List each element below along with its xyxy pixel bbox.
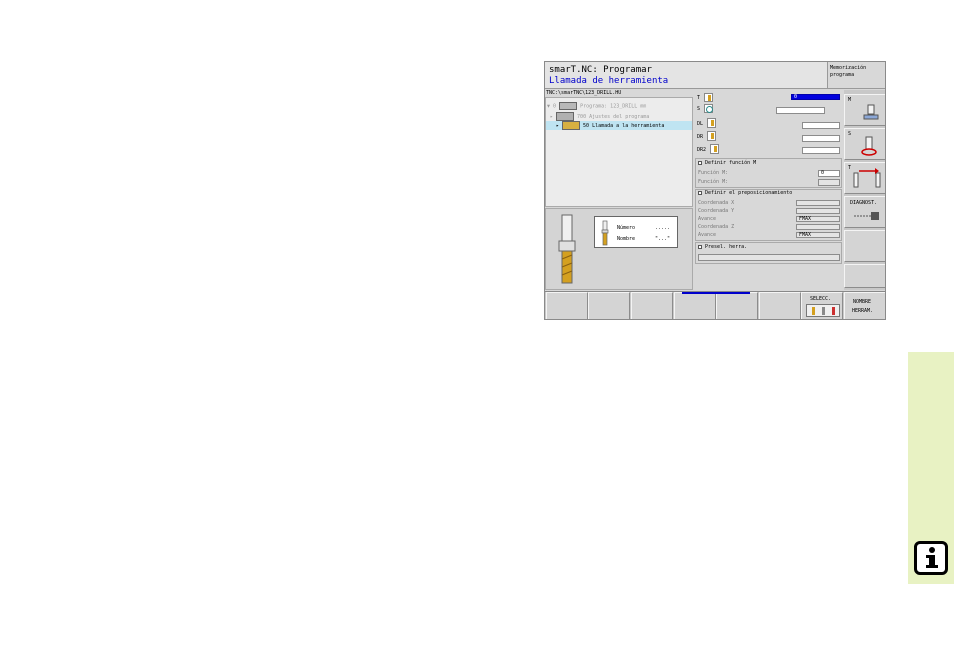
dr-field[interactable] [802, 135, 840, 142]
dr2-label: DR2 [697, 147, 707, 153]
diagnostic-icon [854, 212, 879, 220]
dr-icon [707, 131, 716, 141]
tool-info-box: Número ..... Nombre "..." [594, 216, 678, 248]
feed2-label: Avance [698, 232, 717, 238]
softkey-m[interactable]: M [844, 94, 885, 126]
softkey-tool-name[interactable]: NOMBRE HERRAM. [844, 292, 885, 319]
s-label: S [697, 106, 701, 112]
m2-label: Función M: [698, 179, 729, 185]
s-field[interactable] [776, 107, 825, 114]
tree-item-settings[interactable]: ▸ 700 Ajustes del programa [550, 112, 690, 121]
title-line1: smarT.NC: Programar [549, 65, 652, 75]
pos-section-label: Definir el preposicionamiento [705, 190, 793, 196]
tree-item-program[interactable]: ▼ 0 Programa: 123_DRILL mm [547, 102, 691, 111]
x-field[interactable] [796, 200, 840, 206]
m1-field[interactable]: 0 [818, 170, 840, 177]
tool-graphic-icon [558, 214, 576, 284]
dl-field[interactable] [802, 122, 840, 129]
m1-label: Función M: [698, 170, 729, 176]
help-number-label: Número [617, 225, 636, 231]
tool-call-icon [562, 121, 581, 130]
softkey-4[interactable] [674, 292, 716, 319]
softkey-select[interactable]: SELECC. [801, 292, 843, 319]
tree-item-tool-call[interactable]: ▸ 50 Llamada a la herramienta [546, 121, 692, 130]
program-icon [559, 102, 578, 110]
dr-label: DR [697, 134, 704, 140]
file-path: TNC:\smarTNC\123_DRILL.HU [546, 90, 622, 96]
presel-field[interactable] [698, 254, 840, 261]
softkey-6[interactable] [759, 292, 801, 319]
z-field[interactable] [796, 224, 840, 230]
tnc-screen: smarT.NC: Programar Llamada de herramien… [544, 61, 886, 320]
header-bar: smarT.NC: Programar Llamada de herramien… [545, 62, 827, 89]
dr2-icon [710, 144, 719, 154]
t-icon [704, 93, 713, 102]
m-section-label: Definir función M [705, 160, 757, 166]
m2-field[interactable] [818, 179, 840, 186]
z-label: Coordenada Z [698, 224, 735, 230]
softkey-page-indicator [682, 292, 750, 294]
softkey-empty-1[interactable] [844, 230, 885, 262]
pos-checkbox[interactable] [698, 191, 702, 195]
softkey-t[interactable]: T [844, 162, 885, 194]
dl-icon [707, 118, 716, 128]
softkey-s[interactable]: S [844, 128, 885, 160]
feed2-field[interactable]: FMAX [796, 232, 840, 238]
tool-form: T 0 S DL DR DR2 Definir función M Funció… [694, 90, 843, 290]
help-name-value: "..." [655, 236, 671, 242]
softkey-empty-2[interactable] [844, 264, 885, 288]
softkey-3[interactable] [631, 292, 673, 319]
mode-label: Memorización programa [827, 62, 885, 89]
x-label: Coordenada X [698, 200, 735, 206]
help-graphic: Número ..... Nombre "..." [545, 208, 693, 290]
info-glyph-icon [926, 547, 938, 568]
softkey-bar: SELECC. NOMBRE HERRAM. [545, 291, 885, 319]
t-field[interactable]: 0 [791, 94, 840, 100]
feed1-field[interactable]: FMAX [796, 216, 840, 222]
settings-icon [556, 112, 575, 121]
help-name-label: Nombre [617, 236, 636, 242]
title-line2: Llamada de herramienta [549, 76, 669, 86]
help-number-value: ..... [655, 225, 671, 231]
spindle-m-icon [863, 104, 879, 120]
s-icon [704, 104, 713, 113]
t-label: T [697, 95, 701, 101]
vertical-softkey-bar: M S T DIAGNOST. [844, 90, 885, 290]
y-label: Coordenada Y [698, 208, 735, 214]
presel-section-label: Presel. herra. [705, 244, 748, 250]
softkey-diagnost[interactable]: DIAGNOST. [844, 196, 885, 228]
dr2-field[interactable] [802, 147, 840, 154]
m-checkbox[interactable] [698, 161, 702, 165]
spindle-rotate-icon [861, 136, 877, 156]
softkey-2[interactable] [588, 292, 630, 319]
feed1-label: Avance [698, 216, 717, 222]
tool-select-icon [806, 304, 840, 317]
softkey-5[interactable] [716, 292, 758, 319]
program-tree: ▼ 0 Programa: 123_DRILL mm ▸ 700 Ajustes… [545, 97, 693, 207]
presel-checkbox[interactable] [698, 245, 702, 249]
softkey-1[interactable] [546, 292, 588, 319]
tool-small-icon [601, 220, 609, 246]
y-field[interactable] [796, 208, 840, 214]
info-icon[interactable] [914, 541, 948, 575]
dl-label: DL [697, 121, 704, 127]
tool-change-icon [853, 168, 881, 188]
